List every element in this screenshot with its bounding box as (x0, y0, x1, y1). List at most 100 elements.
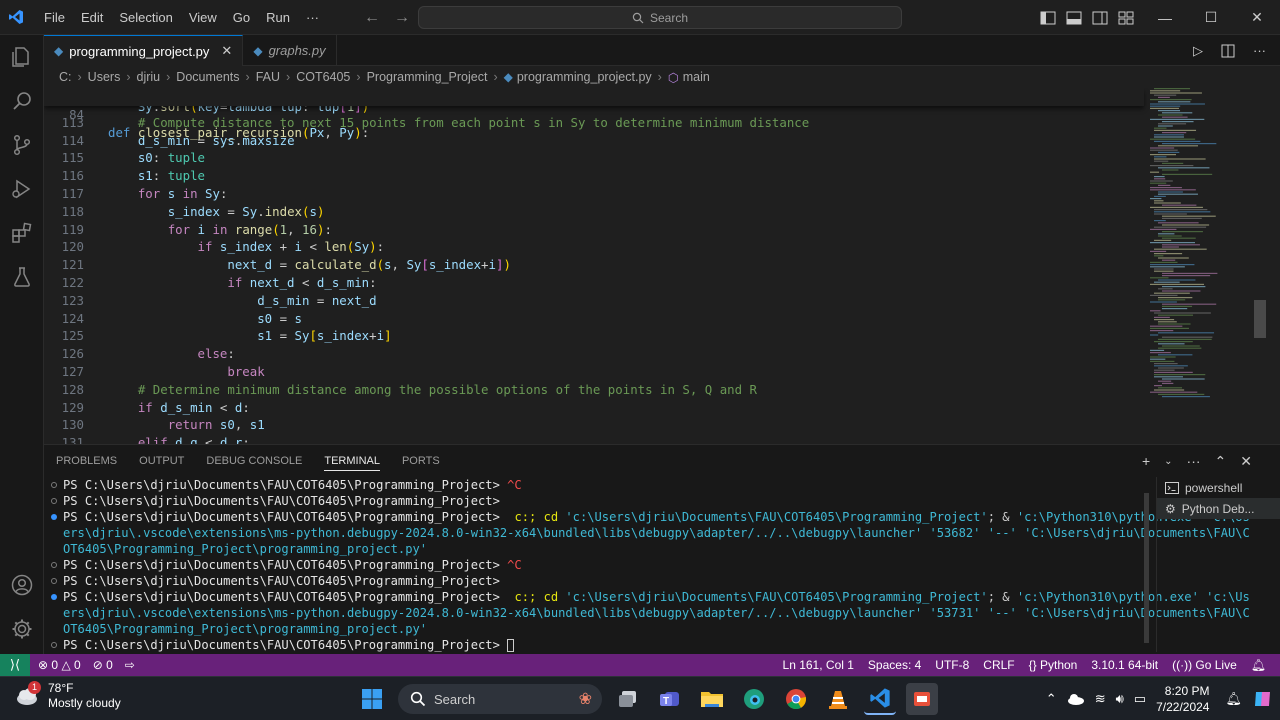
notification-bell-icon[interactable]: 🔔︎ (1225, 691, 1242, 707)
command-decoration[interactable] (51, 642, 57, 648)
task-view-icon[interactable] (612, 683, 644, 715)
toggle-primary-sidebar-icon[interactable] (1040, 11, 1056, 25)
cursor-position[interactable]: Ln 161, Col 1 (783, 658, 854, 672)
sticky-scroll-line[interactable]: 84 def closest_pair_recursion(Px, Py): (44, 88, 1144, 140)
indentation[interactable]: Spaces: 4 (868, 658, 921, 672)
more-actions-icon[interactable]: ··· (1253, 43, 1266, 58)
breadcrumb-item[interactable]: programming_project.py (517, 70, 652, 84)
terminal-line: OT6405\Programming_Project\programming_p… (63, 622, 428, 636)
testing-flask-icon[interactable] (0, 255, 44, 299)
customize-layout-icon[interactable] (1118, 11, 1134, 25)
menu-selection[interactable]: Selection (111, 0, 180, 35)
code-editor[interactable]: 84 def closest_pair_recursion(Px, Py): S… (44, 88, 1154, 444)
manage-gear-icon[interactable] (0, 607, 44, 651)
python-interpreter[interactable]: 3.10.1 64-bit (1091, 658, 1158, 672)
account-icon[interactable] (0, 563, 44, 607)
command-search-box[interactable]: Search (418, 6, 902, 29)
go-live-button[interactable]: ((·)) Go Live (1172, 658, 1237, 672)
new-terminal-icon[interactable]: + (1142, 453, 1150, 469)
command-decoration[interactable] (51, 514, 57, 520)
menu-more[interactable]: ··· (298, 0, 327, 35)
vscode-taskbar-icon[interactable] (864, 683, 896, 715)
maximize-icon[interactable]: ☐ (1188, 0, 1234, 35)
command-decoration[interactable] (51, 498, 57, 504)
remote-indicator[interactable]: ⟩⟨ (0, 654, 30, 676)
menu-view[interactable]: View (181, 0, 225, 35)
back-arrow-icon[interactable]: ← (364, 9, 380, 27)
clock[interactable]: 8:20 PM 7/22/2024 (1156, 683, 1209, 715)
menu-go[interactable]: Go (225, 0, 258, 35)
tab-ports[interactable]: PORTS (402, 455, 440, 467)
menu-run[interactable]: Run (258, 0, 298, 35)
menu-file[interactable]: File (36, 0, 73, 35)
breadcrumb-item[interactable]: FAU (256, 70, 280, 84)
tab-terminal[interactable]: TERMINAL (324, 455, 380, 471)
weather-widget[interactable]: 1 78°F Mostly cloudy (14, 681, 121, 711)
chevron-down-icon[interactable]: ⌄ (1164, 456, 1172, 467)
onedrive-cloud-icon[interactable] (1067, 693, 1085, 705)
chrome-icon[interactable] (780, 683, 812, 715)
toggle-panel-icon[interactable] (1066, 11, 1082, 25)
terminal-item-python-debug[interactable]: ⚙ Python Deb... (1157, 498, 1280, 519)
maximize-panel-icon[interactable]: ⌃ (1215, 453, 1227, 470)
command-decoration[interactable] (51, 594, 57, 600)
battery-icon[interactable]: ▭ (1134, 691, 1146, 707)
minimize-icon[interactable]: — (1142, 0, 1188, 35)
command-decoration[interactable] (51, 482, 57, 488)
close-window-icon[interactable]: ✕ (1234, 0, 1280, 35)
tab-output[interactable]: OUTPUT (139, 455, 184, 467)
editor-scrollbar[interactable] (1254, 300, 1266, 338)
split-editor-icon[interactable] (1221, 44, 1235, 58)
edge-icon[interactable] (738, 683, 770, 715)
close-panel-icon[interactable]: ✕ (1240, 453, 1252, 470)
breadcrumb-item[interactable]: COT6405 (296, 70, 350, 84)
vlc-icon[interactable] (822, 683, 854, 715)
forward-arrow-icon[interactable]: → (394, 9, 410, 27)
tab-graphs[interactable]: ◆ graphs.py (243, 35, 337, 66)
tab-programming-project[interactable]: ◆ programming_project.py ✕ (44, 35, 244, 66)
menu-edit[interactable]: Edit (73, 0, 111, 35)
tab-problems[interactable]: PROBLEMS (56, 455, 117, 467)
breadcrumb-item[interactable]: djriu (137, 70, 161, 84)
tab-label: programming_project.py (69, 43, 210, 59)
taskbar-search[interactable]: Search ❀ (398, 684, 602, 714)
tab-debug-console[interactable]: DEBUG CONSOLE (206, 455, 302, 467)
terminal-name: powershell (1185, 480, 1243, 495)
breadcrumb-item[interactable]: Programming_Project (367, 70, 488, 84)
start-button[interactable] (356, 683, 388, 715)
file-explorer-icon[interactable] (696, 683, 728, 715)
command-decoration[interactable] (51, 578, 57, 584)
debug-launch-icon[interactable]: ⇨ (125, 658, 135, 672)
language-mode[interactable]: {} Python (1029, 658, 1078, 672)
close-tab-icon[interactable]: ✕ (221, 43, 232, 59)
ports-indicator[interactable]: ⊘ 0 (93, 658, 113, 672)
source-control-icon[interactable] (0, 123, 44, 167)
search-icon[interactable] (0, 79, 44, 123)
command-decoration[interactable] (51, 562, 57, 568)
breadcrumb-item[interactable]: C: (59, 70, 72, 84)
teams-icon[interactable]: T (654, 683, 686, 715)
copilot-icon[interactable] (1252, 688, 1274, 710)
breadcrumb-item[interactable]: Users (88, 70, 121, 84)
run-python-file-icon[interactable]: ▷ (1193, 43, 1203, 59)
breadcrumb-item[interactable]: Documents (176, 70, 239, 84)
show-hidden-icons-chevron-icon[interactable]: ⌃ (1046, 691, 1057, 707)
encoding[interactable]: UTF-8 (935, 658, 969, 672)
terminal-output[interactable]: PS C:\Users\djriu\Documents\FAU\COT6405\… (44, 477, 1250, 652)
terminal-scrollbar[interactable] (1144, 493, 1149, 643)
extensions-icon[interactable] (0, 211, 44, 255)
line-ending[interactable]: CRLF (983, 658, 1014, 672)
problems-indicator[interactable]: ⊗ 0 △ 0 (38, 658, 81, 672)
wifi-icon[interactable]: ≋ (1095, 691, 1106, 707)
weather-temp: 78°F (48, 681, 74, 695)
screen-recorder-icon[interactable] (906, 683, 938, 715)
toggle-secondary-sidebar-icon[interactable] (1092, 11, 1108, 25)
terminal-item-powershell[interactable]: powershell (1157, 477, 1280, 498)
breadcrumb-item[interactable]: main (683, 70, 710, 84)
notifications-bell-icon[interactable]: 🔔︎ (1251, 658, 1266, 672)
minimap[interactable] (1144, 88, 1268, 444)
more-actions-icon[interactable]: ··· (1187, 453, 1201, 469)
volume-icon[interactable]: 🔊︎ (1116, 691, 1124, 707)
run-debug-icon[interactable] (0, 167, 44, 211)
explorer-icon[interactable] (0, 35, 44, 79)
